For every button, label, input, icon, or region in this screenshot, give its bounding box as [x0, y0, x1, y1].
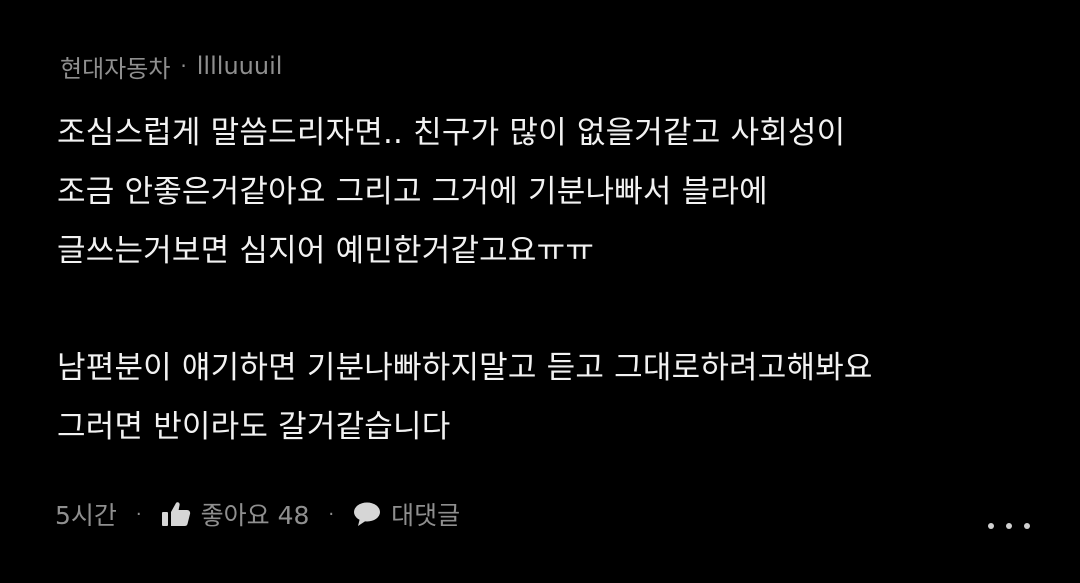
- reply-button[interactable]: 대댓글: [353, 496, 460, 532]
- comment-card: 현대자동차 · lllluuuil 조심스럽게 말씀드리자면.. 친구가 많이 …: [0, 0, 1080, 583]
- reply-label: 대댓글: [391, 501, 461, 530]
- comment-header: 현대자동차 · lllluuuil: [60, 48, 282, 84]
- author-name[interactable]: lllluuuil: [197, 52, 283, 80]
- speech-bubble-icon: [353, 501, 381, 527]
- timestamp: 5시간: [55, 501, 117, 530]
- comment-line: 조금 안좋은거같아요 그리고 그거에 기분나빠서 블라에: [57, 174, 768, 210]
- comment-body: 조심스럽게 말씀드리자면.. 친구가 많이 없을거같고 사회성이 조금 안좋은거…: [57, 104, 1057, 457]
- header-separator: ·: [180, 54, 187, 78]
- thumbs-up-icon: [161, 501, 191, 527]
- more-dots-icon: [1006, 523, 1012, 529]
- comment-line: 글쓰는거보면 심지어 예민한거같고요ㅠㅠ: [57, 233, 595, 269]
- comment-footer: 5시간 · 좋아요 48 · 대댓글: [55, 496, 460, 532]
- comment-line: 그러면 반이라도 갈거같습니다: [57, 409, 451, 445]
- more-options-button[interactable]: [988, 516, 1030, 536]
- like-button[interactable]: 좋아요 48: [161, 496, 310, 532]
- like-count: 좋아요 48: [200, 501, 310, 530]
- comment-line: 조심스럽게 말씀드리자면.. 친구가 많이 없을거같고 사회성이: [57, 115, 846, 151]
- comment-line: 남편분이 얘기하면 기분나빠하지말고 듣고 그대로하려고해봐요: [57, 350, 873, 386]
- footer-separator: ·: [135, 503, 142, 525]
- footer-separator: ·: [328, 503, 335, 525]
- company-name: 현대자동차: [60, 54, 171, 83]
- more-dots-icon: [988, 523, 994, 529]
- more-dots-icon: [1024, 523, 1030, 529]
